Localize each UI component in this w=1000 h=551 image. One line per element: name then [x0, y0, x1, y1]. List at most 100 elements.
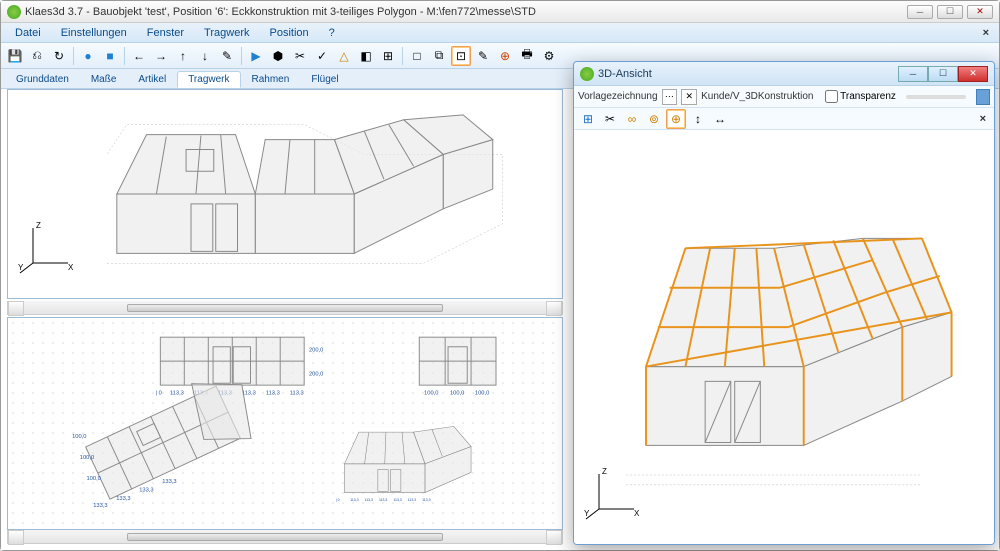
- float-minimize-button[interactable]: ─: [898, 66, 928, 82]
- tab-artikel[interactable]: Artikel: [127, 71, 177, 88]
- toolbar-button-13[interactable]: ▶: [246, 46, 266, 66]
- float-tool-2[interactable]: ∞: [622, 109, 642, 129]
- float-toolbar-row2: ⊞✂∞⊚⊕↕↔ ×: [574, 108, 994, 130]
- toolbar-button-26[interactable]: 🖶: [517, 46, 537, 66]
- menu-fenster[interactable]: Fenster: [139, 25, 192, 41]
- template-label: Vorlagezeichnung: [578, 91, 658, 102]
- main-titlebar: Klaes3d 3.7 - Bauobjekt 'test', Position…: [1, 1, 999, 23]
- close-button[interactable]: ✕: [967, 5, 993, 19]
- save-view-icon[interactable]: [976, 89, 990, 105]
- float-tool-3[interactable]: ⊚: [644, 109, 664, 129]
- toolbar-separator: [73, 47, 74, 65]
- wireframe-view[interactable]: Z X Y: [7, 89, 563, 299]
- toolbar-button-7[interactable]: ←: [129, 46, 149, 66]
- menu-einstellungen[interactable]: Einstellungen: [53, 25, 135, 41]
- transparency-slider[interactable]: [906, 95, 966, 99]
- svg-text:113,3: 113,3: [350, 498, 358, 502]
- menu-?[interactable]: ?: [321, 25, 343, 41]
- svg-text:100,0: 100,0: [86, 476, 100, 482]
- toolbar-button-21[interactable]: □: [407, 46, 427, 66]
- tab-flügel[interactable]: Flügel: [300, 71, 349, 88]
- template-path: Kunde/V_3DKonstruktion: [701, 91, 821, 102]
- left-pane: Z X Y: [7, 89, 563, 544]
- svg-text:133,3: 133,3: [139, 488, 153, 494]
- toolbar-button-0[interactable]: 💾: [5, 46, 25, 66]
- svg-text:113,3: 113,3: [393, 498, 401, 502]
- transparency-checkbox[interactable]: Transparenz: [825, 90, 896, 103]
- float-titlebar[interactable]: 3D-Ansicht ─ ☐ ✕: [574, 62, 994, 86]
- toolbar-button-5[interactable]: ■: [100, 46, 120, 66]
- app-icon: [7, 5, 21, 19]
- svg-text:| 0: | 0: [336, 498, 340, 502]
- toolbar-button-4[interactable]: ●: [78, 46, 98, 66]
- scrollbar-bottom[interactable]: [7, 530, 563, 544]
- svg-text:113,3: 113,3: [422, 498, 430, 502]
- toolbar-button-22[interactable]: ⧉: [429, 46, 449, 66]
- float-close-button[interactable]: ✕: [958, 66, 988, 82]
- float-axis-indicator: Z X Y: [584, 464, 644, 524]
- toolbar-separator: [402, 47, 403, 65]
- svg-text:100,0: 100,0: [80, 455, 94, 461]
- float-tool-1[interactable]: ✂: [600, 109, 620, 129]
- svg-text:Y: Y: [584, 509, 590, 518]
- svg-text:113,3: 113,3: [379, 498, 387, 502]
- template-clear-button[interactable]: ✕: [681, 89, 697, 105]
- menu-datei[interactable]: Datei: [7, 25, 49, 41]
- toolbar-separator: [241, 47, 242, 65]
- toolbar-button-2[interactable]: ↻: [49, 46, 69, 66]
- axis-indicator: Z X Y: [18, 218, 78, 278]
- toolbar-button-17[interactable]: △: [334, 46, 354, 66]
- svg-text:100,0: 100,0: [475, 391, 489, 397]
- toolbar-button-24[interactable]: ✎: [473, 46, 493, 66]
- menu-position[interactable]: Position: [261, 25, 316, 41]
- svg-text:X: X: [68, 263, 74, 272]
- svg-text:133,3: 133,3: [162, 479, 176, 485]
- minimize-button[interactable]: ─: [907, 5, 933, 19]
- toolbar-button-8[interactable]: →: [151, 46, 171, 66]
- svg-text:133,3: 133,3: [116, 496, 130, 502]
- toolbar-button-16[interactable]: ✓: [312, 46, 332, 66]
- window-buttons: ─ ☐ ✕: [907, 5, 993, 19]
- svg-text:| 0: | 0: [156, 391, 162, 397]
- svg-text:Y: Y: [18, 263, 24, 272]
- float-app-icon: [580, 67, 594, 81]
- toolbar-button-18[interactable]: ◧: [356, 46, 376, 66]
- template-browse-button[interactable]: ⋯: [662, 89, 678, 105]
- window-title: Klaes3d 3.7 - Bauobjekt 'test', Position…: [25, 6, 907, 18]
- toolbar-button-25[interactable]: ⊕: [495, 46, 515, 66]
- svg-text:113,3: 113,3: [365, 498, 373, 502]
- toolbar-button-23[interactable]: ⊡: [451, 46, 471, 66]
- float-3d-viewport[interactable]: Z X Y: [574, 130, 994, 544]
- tab-maße[interactable]: Maße: [80, 71, 128, 88]
- tab-grunddaten[interactable]: Grunddaten: [5, 71, 80, 88]
- toolbar-button-1[interactable]: ⎌: [27, 46, 47, 66]
- tab-tragwerk[interactable]: Tragwerk: [177, 71, 240, 88]
- svg-text:113,3: 113,3: [408, 498, 416, 502]
- toolbar-button-19[interactable]: ⊞: [378, 46, 398, 66]
- toolbar-button-27[interactable]: ⚙: [539, 46, 559, 66]
- transparency-check-input[interactable]: [825, 90, 838, 103]
- float-tool-5[interactable]: ↕: [688, 109, 708, 129]
- toolbar-button-10[interactable]: ↓: [195, 46, 215, 66]
- tab-rahmen[interactable]: Rahmen: [241, 71, 301, 88]
- scrollbar-top[interactable]: [7, 301, 563, 315]
- float-tool-6[interactable]: ↔: [710, 109, 730, 129]
- svg-text:113,3: 113,3: [266, 391, 280, 397]
- float-tool-0[interactable]: ⊞: [578, 109, 598, 129]
- svg-text:100,0: 100,0: [424, 391, 438, 397]
- multiview[interactable]: | 0 113,3 113,3 113,3 113,3 113,3 113,3 …: [7, 317, 563, 530]
- svg-text:113,3: 113,3: [170, 391, 184, 397]
- float-tool-4[interactable]: ⊕: [666, 109, 686, 129]
- toolbar-button-14[interactable]: ⬢: [268, 46, 288, 66]
- float-3d-window[interactable]: 3D-Ansicht ─ ☐ ✕ Vorlagezeichnung ⋯ ✕ Ku…: [573, 61, 995, 545]
- toolbar-button-15[interactable]: ✂: [290, 46, 310, 66]
- maximize-button[interactable]: ☐: [937, 5, 963, 19]
- mdi-close-button[interactable]: ×: [979, 27, 993, 39]
- toolbar-button-11[interactable]: ✎: [217, 46, 237, 66]
- menu-tragwerk[interactable]: Tragwerk: [196, 25, 257, 41]
- svg-text:Z: Z: [602, 467, 607, 476]
- float-toolbar-row1: Vorlagezeichnung ⋯ ✕ Kunde/V_3DKonstrukt…: [574, 86, 994, 108]
- float-inner-close[interactable]: ×: [976, 113, 990, 125]
- toolbar-button-9[interactable]: ↑: [173, 46, 193, 66]
- float-maximize-button[interactable]: ☐: [928, 66, 958, 82]
